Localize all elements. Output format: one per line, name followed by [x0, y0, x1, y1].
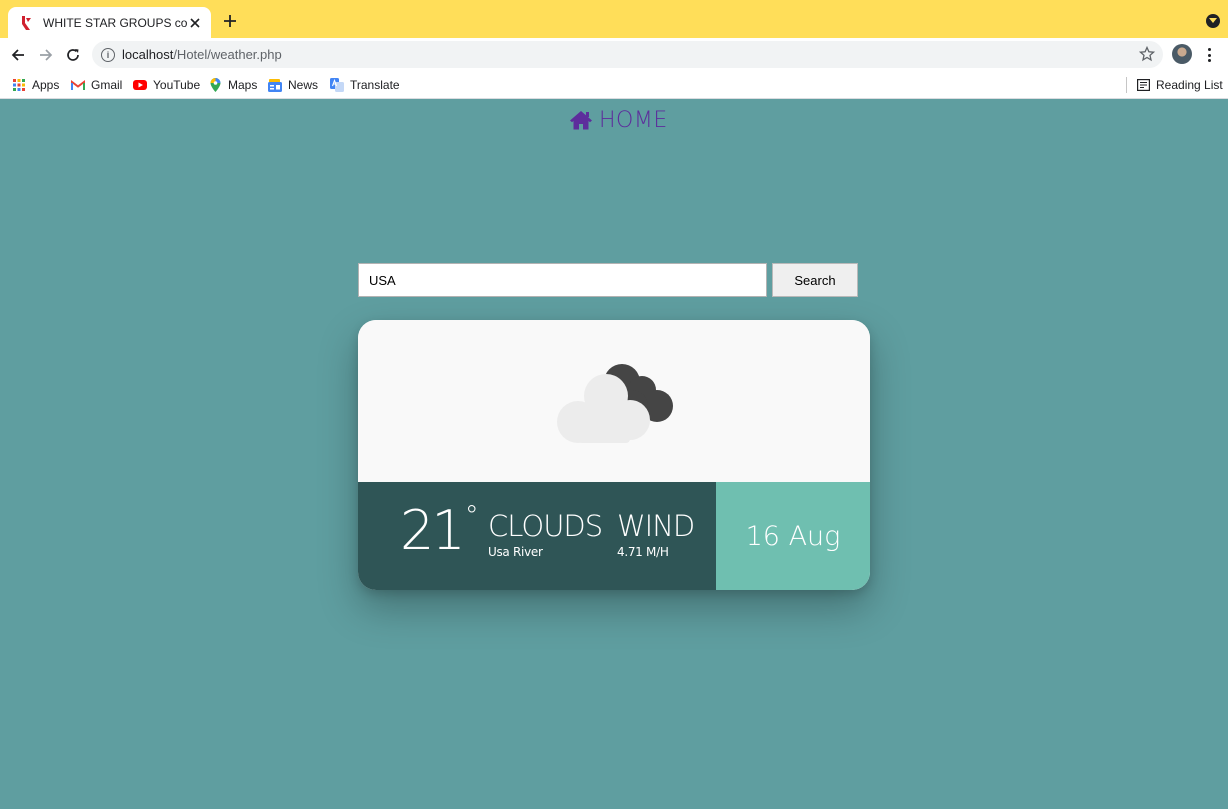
browser-menu-icon[interactable]	[1203, 46, 1215, 64]
city-search-input[interactable]	[358, 263, 767, 297]
bookmark-label: Apps	[32, 78, 60, 92]
address-bar[interactable]: i localhost/Hotel/weather.php	[92, 41, 1163, 68]
cloudy-night-icon	[557, 364, 673, 443]
weather-card: 21° CLOUDS Usa River WIND 4.71 M/H 16 Au…	[358, 320, 870, 590]
back-arrow-icon[interactable]	[8, 45, 28, 65]
tab-search-chevron-icon[interactable]	[1206, 14, 1220, 28]
bookmark-apps[interactable]: Apps	[12, 77, 59, 93]
home-icon	[570, 111, 592, 130]
gmail-icon	[71, 78, 85, 92]
translate-icon	[330, 78, 344, 92]
location-text: Usa River	[488, 545, 543, 559]
bookmark-label: News	[288, 78, 319, 92]
condition-text: CLOUDS	[488, 509, 603, 543]
temperature-value: 21	[400, 499, 466, 562]
maps-pin-icon	[208, 78, 222, 92]
url-text: localhost/Hotel/weather.php	[122, 47, 282, 62]
profile-avatar[interactable]	[1172, 44, 1192, 64]
youtube-icon	[133, 78, 147, 92]
degree-symbol: °	[464, 499, 479, 532]
forward-arrow-icon[interactable]	[36, 45, 56, 65]
apps-grid-icon	[12, 78, 26, 92]
bookmark-label: Maps	[228, 78, 258, 92]
temperature-readout: 21°	[400, 502, 479, 558]
new-tab-plus-icon[interactable]	[221, 12, 239, 30]
home-label: HOME	[599, 107, 668, 133]
condition-block: CLOUDS Usa River	[488, 509, 603, 560]
reading-list-icon	[1136, 78, 1150, 92]
bookmark-translate[interactable]: Translate	[330, 77, 400, 93]
date-panel: 16 Aug	[716, 482, 870, 590]
bookmark-label: YouTube	[153, 78, 201, 92]
date-text: 16 Aug	[745, 520, 841, 552]
close-tab-icon[interactable]	[187, 15, 203, 31]
reload-icon[interactable]	[63, 45, 83, 65]
site-favicon-icon	[18, 15, 34, 31]
weather-details-panel: 21° CLOUDS Usa River WIND 4.71 M/H	[358, 482, 716, 590]
site-info-icon[interactable]: i	[101, 47, 115, 62]
wind-speed: 4.71 M/H	[617, 545, 669, 559]
bookmark-gmail[interactable]: Gmail	[71, 77, 122, 93]
reading-list-label: Reading List	[1156, 78, 1223, 92]
tab-title: WHITE STAR GROUPS co.Ltd	[43, 15, 187, 30]
weather-icon-panel	[358, 320, 870, 482]
browser-toolbar: i localhost/Hotel/weather.php	[0, 38, 1228, 71]
reading-list-button[interactable]: Reading List	[1136, 77, 1223, 93]
wind-block: WIND 4.71 M/H	[617, 509, 695, 560]
news-icon	[268, 78, 282, 92]
bookmark-star-icon[interactable]	[1138, 45, 1156, 62]
browser-tab[interactable]: WHITE STAR GROUPS co.Ltd	[8, 7, 211, 38]
tab-strip: WHITE STAR GROUPS co.Ltd	[0, 0, 1228, 38]
wind-label: WIND	[617, 509, 695, 543]
bookmark-news[interactable]: News	[268, 77, 318, 93]
bookmark-youtube[interactable]: YouTube	[133, 77, 200, 93]
bookmark-maps[interactable]: Maps	[208, 77, 257, 93]
bookmarks-divider	[1126, 77, 1127, 93]
url-host: localhost	[122, 47, 174, 62]
search-button[interactable]: Search	[772, 263, 858, 297]
home-link[interactable]: HOME	[569, 106, 668, 134]
url-path: /Hotel/weather.php	[173, 47, 282, 62]
bookmark-label: Translate	[350, 78, 400, 92]
bookmark-label: Gmail	[91, 78, 123, 92]
bookmarks-bar: Apps Gmail YouTube Maps News Translate R…	[0, 71, 1228, 99]
